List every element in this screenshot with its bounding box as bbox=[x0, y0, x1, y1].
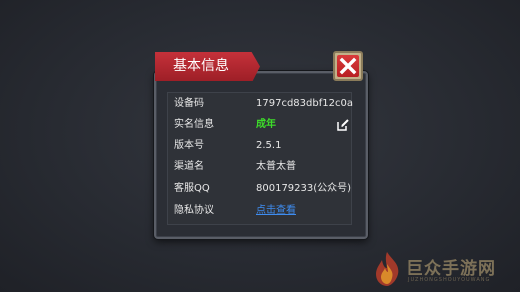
real-name-label: 实名信息 bbox=[174, 119, 214, 130]
channel-label: 渠道名 bbox=[174, 161, 204, 172]
row-device-id: 设备码 1797cd83dbf12c0a bbox=[168, 93, 353, 115]
privacy-label: 隐私协议 bbox=[174, 205, 214, 216]
dialog-title: 基本信息 bbox=[173, 58, 229, 74]
close-icon bbox=[337, 55, 359, 77]
version-value: 2.5.1 bbox=[256, 140, 282, 151]
row-channel: 渠道名 太普太普 bbox=[168, 156, 351, 178]
watermark-text: 巨众手游网 bbox=[406, 259, 496, 279]
real-name-status: 成年 bbox=[256, 119, 276, 130]
version-label: 版本号 bbox=[174, 140, 204, 151]
edit-icon[interactable] bbox=[336, 118, 350, 132]
support-qq-label: 客服QQ bbox=[174, 183, 210, 194]
device-id-value: 1797cd83dbf12c0a bbox=[256, 98, 353, 109]
row-version: 版本号 2.5.1 bbox=[168, 135, 351, 157]
support-qq-value: 800179233(公众号) bbox=[256, 183, 352, 194]
watermark-subtext: JUZHONGSHOUYOUWANG bbox=[408, 277, 491, 283]
row-real-name: 实名信息 成年 bbox=[168, 114, 351, 136]
device-id-label: 设备码 bbox=[174, 98, 204, 109]
flame-logo-icon bbox=[376, 252, 399, 286]
row-privacy: 隐私协议 点击查看 bbox=[168, 200, 351, 222]
info-table: 设备码 1797cd83dbf12c0a 实名信息 成年 版本号 2.5.1 渠… bbox=[167, 92, 353, 225]
watermark: 巨众手游网 JUZHONGSHOUYOUWANG bbox=[368, 250, 518, 290]
close-button[interactable] bbox=[333, 51, 363, 81]
channel-value: 太普太普 bbox=[256, 161, 296, 172]
privacy-link[interactable]: 点击查看 bbox=[256, 200, 296, 222]
dialog-title-banner: 基本信息 bbox=[155, 52, 260, 81]
row-support-qq: 客服QQ 800179233(公众号) bbox=[168, 178, 351, 200]
